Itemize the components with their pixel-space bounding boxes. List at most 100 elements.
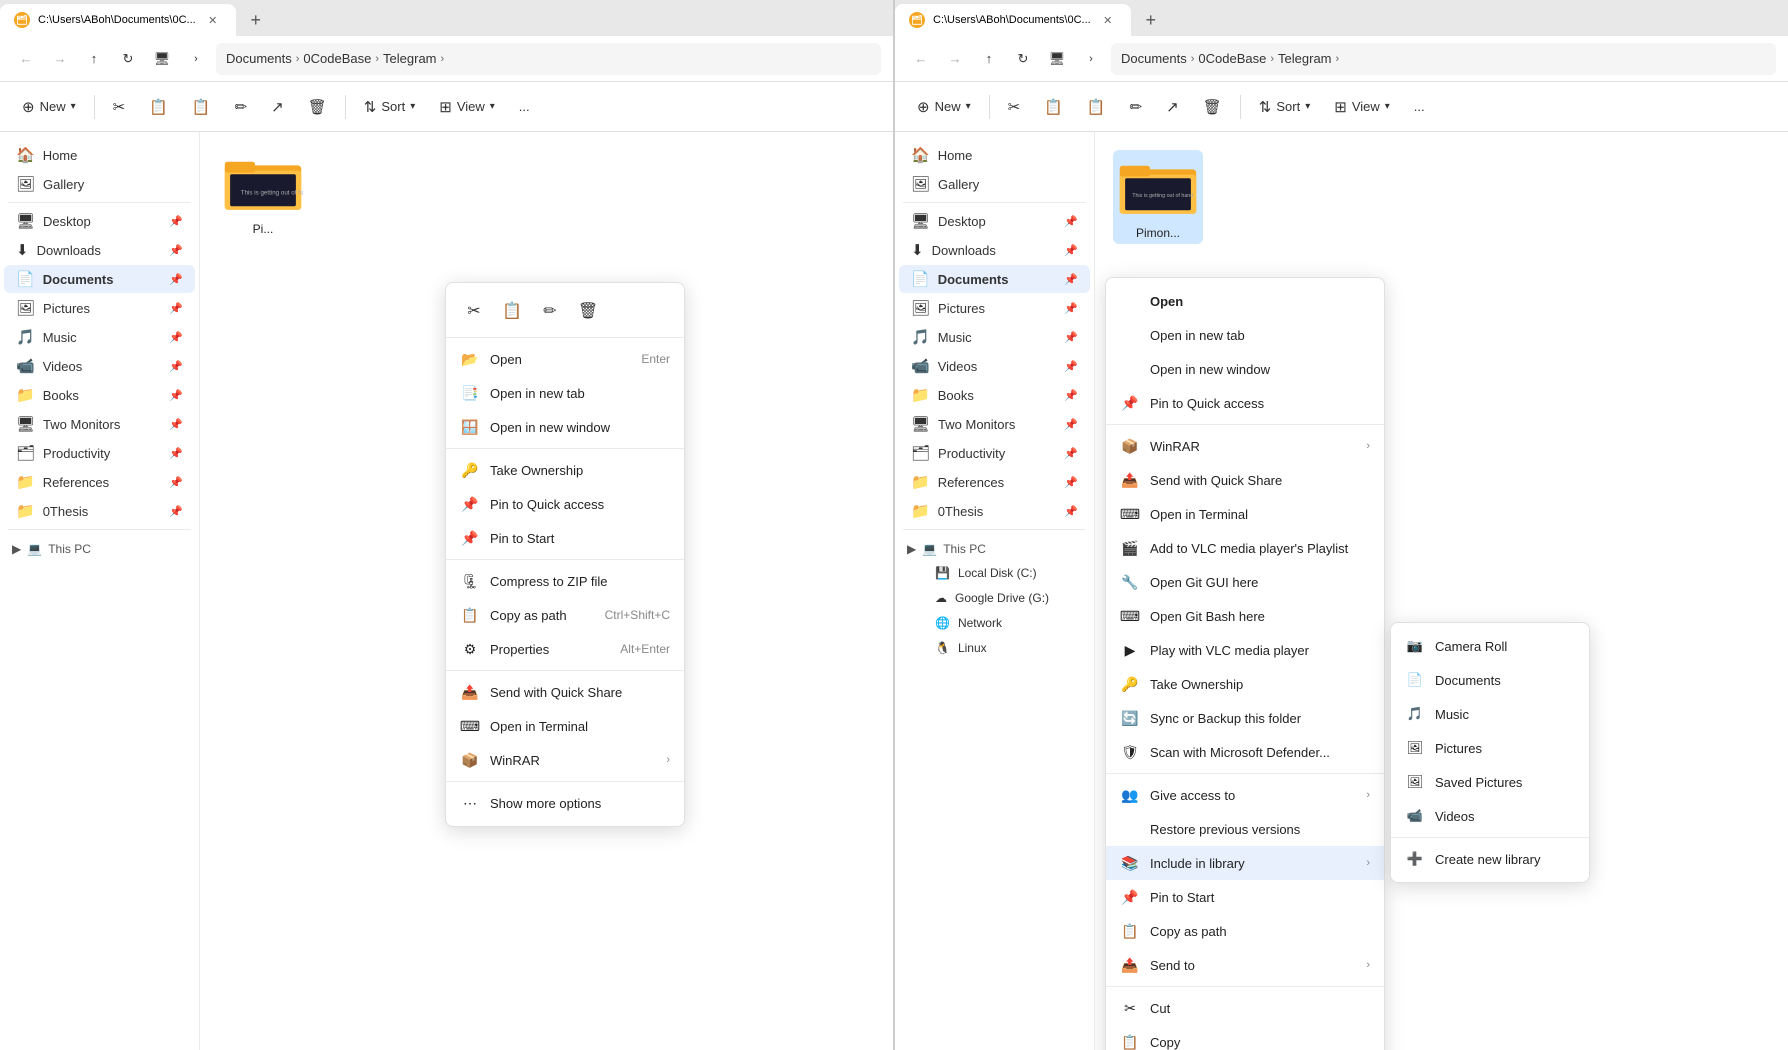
tab-left-1[interactable]: 🗂 C:\Users\ABoh\Documents\0C... ✕ (0, 4, 236, 36)
ctx-git-bash-right[interactable]: ⌨ Open Git Bash here (1106, 599, 1384, 633)
more-btn-left[interactable]: ... (509, 94, 540, 119)
sidebar-right-books[interactable]: 📁 Books 📌 (899, 381, 1090, 409)
ctx-quick-share-left[interactable]: 📤 Send with Quick Share (446, 675, 684, 709)
ctx-quick-share-right[interactable]: 📤 Send with Quick Share (1106, 463, 1384, 497)
ctx-send-to-right[interactable]: 📤 Send to › (1106, 948, 1384, 982)
sidebar-right-googleg[interactable]: ☁ Google Drive (G:) (923, 586, 1090, 610)
submenu-documents[interactable]: 📄 Documents (1391, 663, 1589, 697)
view-btn-right[interactable]: ⊞ View ▾ (1324, 93, 1400, 121)
rename-btn-left[interactable]: ✏ (225, 93, 258, 121)
sidebar-left-gallery[interactable]: 🖼 Gallery (4, 170, 195, 198)
ctx-give-access-right[interactable]: 👥 Give access to › (1106, 778, 1384, 812)
paste-btn-right[interactable]: 📋 (1077, 93, 1116, 121)
ctx-open-new-tab-left[interactable]: 📑 Open in new tab (446, 376, 684, 410)
ctx-cut-right[interactable]: ✂ Cut (1106, 991, 1384, 1025)
ctx-winrar-left[interactable]: 📦 WinRAR › (446, 743, 684, 777)
sidebar-left-thispc[interactable]: ▶ 💻 This PC (0, 534, 199, 560)
breadcrumb-left[interactable]: Documents › 0CodeBase › Telegram › (216, 43, 881, 75)
ctx-delete-left[interactable]: 🗑 (570, 293, 606, 329)
sidebar-right-references[interactable]: 📁 References 📌 (899, 468, 1090, 496)
ctx-compress-left[interactable]: 🗜 Compress to ZIP file (446, 564, 684, 598)
sort-btn-left[interactable]: ⇅ Sort ▾ (354, 93, 425, 121)
ctx-copy-as-path-right[interactable]: 📋 Copy as path (1106, 914, 1384, 948)
folder-pimon-right[interactable]: This is getting out of hand. Pimon... (1113, 150, 1203, 244)
ctx-pin-quick-left[interactable]: 📌 Pin to Quick access (446, 487, 684, 521)
sidebar-left-documents[interactable]: 📄 Documents 📌 (4, 265, 195, 293)
nav-back-left[interactable]: ← (12, 45, 40, 73)
submenu-saved-pictures[interactable]: 🖼 Saved Pictures (1391, 765, 1589, 799)
tab-right-1[interactable]: 🗂 C:\Users\ABoh\Documents\0C... ✕ (895, 4, 1131, 36)
ctx-copy-path-left[interactable]: 📋 Copy as path Ctrl+Shift+C (446, 598, 684, 632)
nav-monitor-left[interactable]: 🖥 (148, 45, 176, 73)
folder-pimon-left[interactable]: This is getting out of hand. Pi... (218, 150, 308, 236)
ctx-copy-left[interactable]: 📋 (494, 293, 530, 329)
new-btn-left[interactable]: ⊕ New ▾ (12, 93, 86, 121)
nav-up-left[interactable]: ↑ (80, 45, 108, 73)
sidebar-left-videos[interactable]: 📹 Videos 📌 (4, 352, 195, 380)
sidebar-right-0thesis[interactable]: 📁 0Thesis 📌 (899, 497, 1090, 525)
sidebar-left-music[interactable]: 🎵 Music 📌 (4, 323, 195, 351)
ctx-play-vlc-right[interactable]: ▶ Play with VLC media player (1106, 633, 1384, 667)
tab-right-1-close[interactable]: ✕ (1099, 11, 1117, 29)
sidebar-right-gallery[interactable]: 🖼 Gallery (899, 170, 1090, 198)
cut-btn-right[interactable]: ✂ (998, 93, 1031, 121)
share-btn-right[interactable]: ↗ (1156, 93, 1189, 121)
sidebar-right-thispc[interactable]: ▶ 💻 This PC (895, 534, 1094, 560)
nav-refresh-right[interactable]: ↻ (1009, 45, 1037, 73)
nav-forward-left[interactable]: → (46, 45, 74, 73)
breadcrumb-left-codebase[interactable]: 0CodeBase (303, 51, 371, 66)
breadcrumb-right-documents[interactable]: Documents (1121, 51, 1187, 66)
nav-chevron-right[interactable]: › (1077, 45, 1105, 73)
ctx-rename-left[interactable]: ✏ (532, 293, 568, 329)
sidebar-right-network[interactable]: 🌐 Network (923, 611, 1090, 635)
nav-back-right[interactable]: ← (907, 45, 935, 73)
ctx-open-new-window-right[interactable]: Open in new window (1106, 352, 1384, 386)
breadcrumb-left-telegram[interactable]: Telegram (383, 51, 436, 66)
nav-monitor-right[interactable]: 🖥 (1043, 45, 1071, 73)
sidebar-left-productivity[interactable]: 🗂 Productivity 📌 (4, 439, 195, 467)
copy-btn-left[interactable]: 📋 (139, 93, 178, 121)
ctx-pin-start-right[interactable]: 📌 Pin to Start (1106, 880, 1384, 914)
sidebar-left-twomonitors[interactable]: 🖥 Two Monitors 📌 (4, 410, 195, 438)
submenu-music[interactable]: 🎵 Music (1391, 697, 1589, 731)
sidebar-left-desktop[interactable]: 🖥 Desktop 📌 (4, 207, 195, 235)
ctx-include-library-right[interactable]: 📚 Include in library › (1106, 846, 1384, 880)
copy-btn-right[interactable]: 📋 (1034, 93, 1073, 121)
sidebar-right-music[interactable]: 🎵 Music 📌 (899, 323, 1090, 351)
paste-btn-left[interactable]: 📋 (182, 93, 221, 121)
submenu-create-new-library[interactable]: ➕ Create new library (1391, 842, 1589, 876)
breadcrumb-right-telegram[interactable]: Telegram (1278, 51, 1331, 66)
sidebar-left-home[interactable]: 🏠 Home (4, 141, 195, 169)
new-btn-right[interactable]: ⊕ New ▾ (907, 93, 981, 121)
ctx-cut-left[interactable]: ✂ (456, 293, 492, 329)
sidebar-left-0thesis[interactable]: 📁 0Thesis 📌 (4, 497, 195, 525)
more-btn-right[interactable]: ... (1404, 94, 1435, 119)
sidebar-right-desktop[interactable]: 🖥 Desktop 📌 (899, 207, 1090, 235)
sidebar-left-books[interactable]: 📁 Books 📌 (4, 381, 195, 409)
ctx-terminal-left[interactable]: ⌨ Open in Terminal (446, 709, 684, 743)
ctx-open-new-tab-right[interactable]: Open in new tab (1106, 318, 1384, 352)
ctx-vlc-playlist-right[interactable]: 🎬 Add to VLC media player's Playlist (1106, 531, 1384, 565)
sidebar-right-downloads[interactable]: ⬇ Downloads 📌 (899, 236, 1090, 264)
delete-btn-left[interactable]: 🗑 (298, 93, 337, 121)
ctx-open-left[interactable]: 📂 Open Enter (446, 342, 684, 376)
nav-up-right[interactable]: ↑ (975, 45, 1003, 73)
ctx-take-ownership-left[interactable]: 🔑 Take Ownership (446, 453, 684, 487)
ctx-restore-versions-right[interactable]: Restore previous versions (1106, 812, 1384, 846)
sidebar-right-localc[interactable]: 💾 Local Disk (C:) (923, 561, 1090, 585)
ctx-git-gui-right[interactable]: 🔧 Open Git GUI here (1106, 565, 1384, 599)
ctx-sync-backup-right[interactable]: 🔄 Sync or Backup this folder (1106, 701, 1384, 735)
breadcrumb-right[interactable]: Documents › 0CodeBase › Telegram › (1111, 43, 1776, 75)
nav-forward-right[interactable]: → (941, 45, 969, 73)
share-btn-left[interactable]: ↗ (261, 93, 294, 121)
ctx-pin-quick-right[interactable]: 📌 Pin to Quick access (1106, 386, 1384, 420)
tab-right-add[interactable]: + (1135, 4, 1167, 36)
breadcrumb-left-documents[interactable]: Documents (226, 51, 292, 66)
submenu-camera-roll[interactable]: 📷 Camera Roll (1391, 629, 1589, 663)
ctx-pin-start-left[interactable]: 📌 Pin to Start (446, 521, 684, 555)
sidebar-right-productivity[interactable]: 🗂 Productivity 📌 (899, 439, 1090, 467)
sidebar-right-twomonitors[interactable]: 🖥 Two Monitors 📌 (899, 410, 1090, 438)
sidebar-left-references[interactable]: 📁 References 📌 (4, 468, 195, 496)
sidebar-left-pictures[interactable]: 🖼 Pictures 📌 (4, 294, 195, 322)
ctx-winrar-right[interactable]: 📦 WinRAR › (1106, 429, 1384, 463)
